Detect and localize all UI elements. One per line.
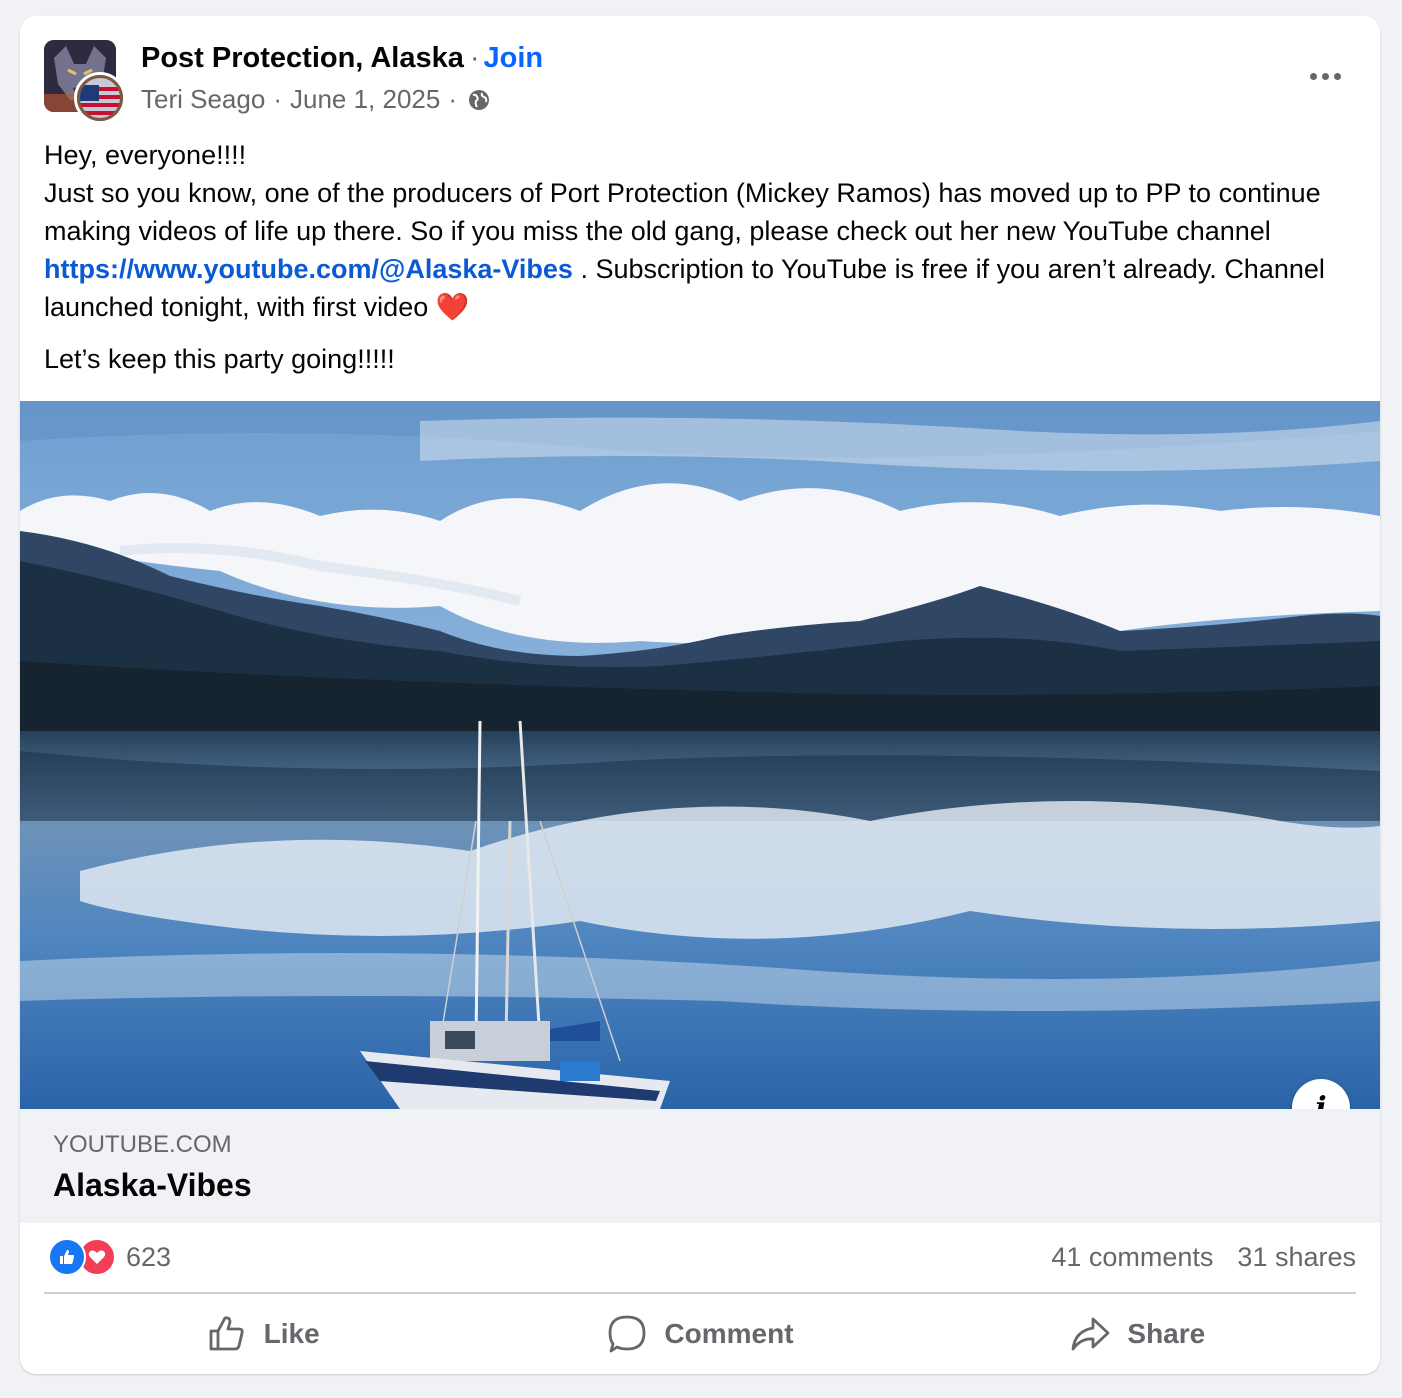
reactions-summary[interactable]: 623 xyxy=(48,1238,172,1276)
post-timestamp[interactable]: June 1, 2025 xyxy=(290,84,440,115)
link-preview-image[interactable] xyxy=(20,401,1380,1109)
thumbs-up-icon xyxy=(209,1316,244,1351)
comment-button[interactable]: Comment xyxy=(481,1300,918,1368)
more-dot-icon xyxy=(1321,72,1329,80)
comment-share-counts: 41 comments 31 shares xyxy=(1051,1242,1356,1273)
share-label: Share xyxy=(1127,1318,1206,1349)
group-name-link[interactable]: Post Protection, Alaska xyxy=(141,42,464,74)
meta-separator: · xyxy=(448,84,458,114)
youtube-link[interactable]: https://www.youtube.com/@Alaska-Vibes xyxy=(44,254,573,284)
action-bar: Like Comment Share xyxy=(44,1300,1356,1368)
more-options-button[interactable] xyxy=(1300,60,1350,92)
link-preview-title[interactable]: Alaska-Vibes xyxy=(53,1167,252,1204)
comments-count[interactable]: 41 comments xyxy=(1051,1242,1213,1272)
header-separator: · xyxy=(469,42,480,74)
user-avatar[interactable] xyxy=(74,72,126,124)
link-preview-domain: YOUTUBE.COM xyxy=(53,1131,232,1158)
share-button[interactable]: Share xyxy=(919,1300,1356,1368)
heart-emoji: ❤️ xyxy=(435,292,470,322)
author-link[interactable]: Teri Seago xyxy=(141,84,265,115)
join-button[interactable]: Join xyxy=(484,42,544,74)
post-header-title: Post Protection, Alaska · Join xyxy=(141,42,543,75)
post-body: Hey, everyone!!!! Just so you know, one … xyxy=(44,136,1364,378)
like-label: Like xyxy=(263,1318,320,1349)
action-divider xyxy=(44,1292,1356,1294)
shares-count[interactable]: 31 shares xyxy=(1237,1242,1356,1272)
post-closing: Let’s keep this party going!!!!! xyxy=(44,344,395,374)
avatar-group[interactable] xyxy=(44,40,126,124)
like-button[interactable]: Like xyxy=(44,1300,481,1368)
like-reaction-icon xyxy=(48,1238,86,1276)
comment-label: Comment xyxy=(664,1318,794,1349)
engagement-stats: 623 41 comments 31 shares xyxy=(44,1223,1356,1291)
link-preview[interactable]: YOUTUBE.COM Alaska-Vibes xyxy=(20,1109,1380,1223)
more-dot-icon xyxy=(1309,72,1317,80)
post-meta: Teri Seago · June 1, 2025 · xyxy=(141,84,491,115)
comment-bubble-icon xyxy=(609,1315,646,1353)
reaction-count: 623 xyxy=(126,1241,172,1272)
meta-separator: · xyxy=(273,84,282,114)
globe-icon[interactable] xyxy=(467,88,491,112)
post-card: Post Protection, Alaska · Join Teri Seago … xyxy=(20,16,1380,1374)
post-text-before-link: Just so you know, one of the producers o… xyxy=(44,178,1321,246)
post-greeting: Hey, everyone!!!! xyxy=(44,140,247,170)
more-dot-icon xyxy=(1333,72,1341,80)
share-arrow-icon xyxy=(1072,1317,1110,1351)
post-paragraph: Hey, everyone!!!! Just so you know, one … xyxy=(44,136,1364,326)
